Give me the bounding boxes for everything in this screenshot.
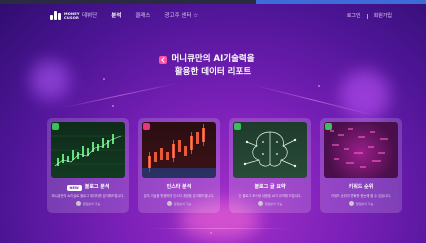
top-accent-bar bbox=[256, 0, 426, 4]
menu-item-analysis[interactable]: 분석 bbox=[111, 12, 121, 20]
card-description: 머니큐만의 AI기술로 블로그 데이터를 분석해드립니다. bbox=[51, 194, 125, 198]
card-title-row: 인스타 분석 bbox=[142, 184, 216, 191]
card-blog-summary[interactable]: 블로그 글 요약 긴 블로그 포스팅 내용을 AI가 요약해 드립니다. 일일분… bbox=[229, 118, 311, 213]
card-keyword-rank[interactable]: 키워드 순위 키워드 순위의 변화를 한눈에 볼 수 있습니다. 일일분석 가능 bbox=[320, 118, 402, 213]
avatar bbox=[257, 201, 263, 206]
stock-chart-thumbnail bbox=[51, 122, 125, 178]
top-border bbox=[0, 0, 426, 4]
bg-line bbox=[251, 84, 379, 117]
card-meta-text: 일일분석 가능 bbox=[264, 201, 283, 206]
stock-chart-icon bbox=[51, 134, 125, 167]
blog-badge-icon bbox=[325, 123, 332, 130]
divider bbox=[366, 13, 368, 19]
report-cards: NEW 블로그 분석 머니큐만의 AI기술로 블로그 데이터를 분석해드립니다.… bbox=[47, 118, 402, 213]
card-description: 긴 블로그 포스팅 내용을 AI가 요약해 드립니다. bbox=[238, 194, 302, 198]
main-menu: 데뷔단 분석 클래스 광고주 센터 ☆ bbox=[82, 12, 212, 20]
logo-text: MONEY CUSOR bbox=[64, 12, 80, 20]
bg-dot bbox=[103, 78, 105, 80]
card-title: 키워드 순위 bbox=[348, 184, 374, 190]
keyword-grid-thumbnail bbox=[324, 122, 398, 178]
card-title: 블로그 글 요약 bbox=[254, 184, 286, 190]
hero-title-line-2: 활용한 데이터 리포트 bbox=[174, 66, 252, 77]
card-meta: 일일분석 가능 bbox=[142, 201, 216, 206]
candle-chart-icon bbox=[142, 124, 216, 178]
card-title: 인스타 분석 bbox=[166, 184, 192, 190]
card-title-row: 블로그 글 요약 bbox=[233, 184, 307, 191]
hero: 머니큐만의 AI기술력을 활용한 데이터 리포트 bbox=[0, 53, 426, 78]
login-link[interactable]: 로그인 bbox=[347, 12, 361, 20]
card-meta: 일일분석 가능 bbox=[233, 201, 307, 206]
avatar bbox=[348, 201, 354, 206]
bg-dot bbox=[112, 105, 114, 107]
logo-bars-icon bbox=[50, 11, 61, 20]
top-nav: MONEY CUSOR 데뷔단 분석 클래스 광고주 센터 ☆ 로그인 회원가입 bbox=[0, 10, 426, 24]
card-description: 분석 기술을 활용하여 인스타 계정을 분석해드립니다. bbox=[143, 194, 215, 198]
auth-links: 로그인 회원가입 bbox=[347, 12, 392, 20]
card-meta: 일일분석 가능 bbox=[324, 201, 398, 206]
card-title: 블로그 분석 bbox=[84, 184, 110, 190]
hero-tag-icon bbox=[159, 56, 167, 64]
menu-item-advertiser[interactable]: 광고주 센터 ☆ bbox=[165, 12, 199, 20]
keyword-grid-icon bbox=[330, 128, 388, 168]
hero-title-line-1: 머니큐만의 AI기술력을 bbox=[171, 54, 255, 64]
avatar bbox=[75, 201, 81, 206]
signup-link[interactable]: 회원가입 bbox=[374, 12, 392, 20]
card-instagram-analysis[interactable]: 인스타 분석 분석 기술을 활용하여 인스타 계정을 분석해드립니다. 일일분석… bbox=[138, 118, 220, 213]
card-meta-text: 일일분석 가능 bbox=[355, 201, 374, 206]
card-blog-analysis[interactable]: NEW 블로그 분석 머니큐만의 AI기술로 블로그 데이터를 분석해드립니다.… bbox=[47, 118, 129, 213]
menu-item-debut[interactable]: 데뷔단 bbox=[82, 12, 97, 20]
card-description: 키워드 순위의 변화를 한눈에 볼 수 있습니다. bbox=[331, 194, 391, 198]
bg-line bbox=[61, 82, 179, 109]
card-title-row: 키워드 순위 bbox=[324, 184, 398, 191]
menu-item-class[interactable]: 클래스 bbox=[135, 12, 150, 20]
bg-line bbox=[150, 228, 290, 229]
instagram-badge-icon bbox=[143, 123, 150, 130]
blog-badge-icon bbox=[234, 123, 241, 130]
card-meta-text: 일일분석 가능 bbox=[82, 201, 101, 206]
bg-dot bbox=[210, 232, 212, 234]
blog-badge-icon bbox=[52, 123, 59, 130]
ai-brain-icon bbox=[243, 131, 297, 168]
card-meta: 일일분석 가능 bbox=[51, 201, 125, 206]
logo-line-2: CUSOR bbox=[64, 15, 79, 20]
avatar bbox=[166, 201, 172, 206]
logo-line-1: MONEY bbox=[64, 11, 80, 16]
card-title-row: NEW 블로그 분석 bbox=[51, 184, 125, 191]
logo[interactable]: MONEY CUSOR bbox=[50, 11, 80, 20]
card-meta-text: 일일분석 가능 bbox=[173, 201, 192, 206]
hero-title: 머니큐만의 AI기술력을 활용한 데이터 리포트 bbox=[0, 53, 426, 78]
ai-brain-thumbnail bbox=[233, 122, 307, 178]
candle-chart-thumbnail bbox=[142, 122, 216, 178]
new-pill: NEW bbox=[66, 184, 82, 191]
bg-dot bbox=[318, 85, 320, 87]
